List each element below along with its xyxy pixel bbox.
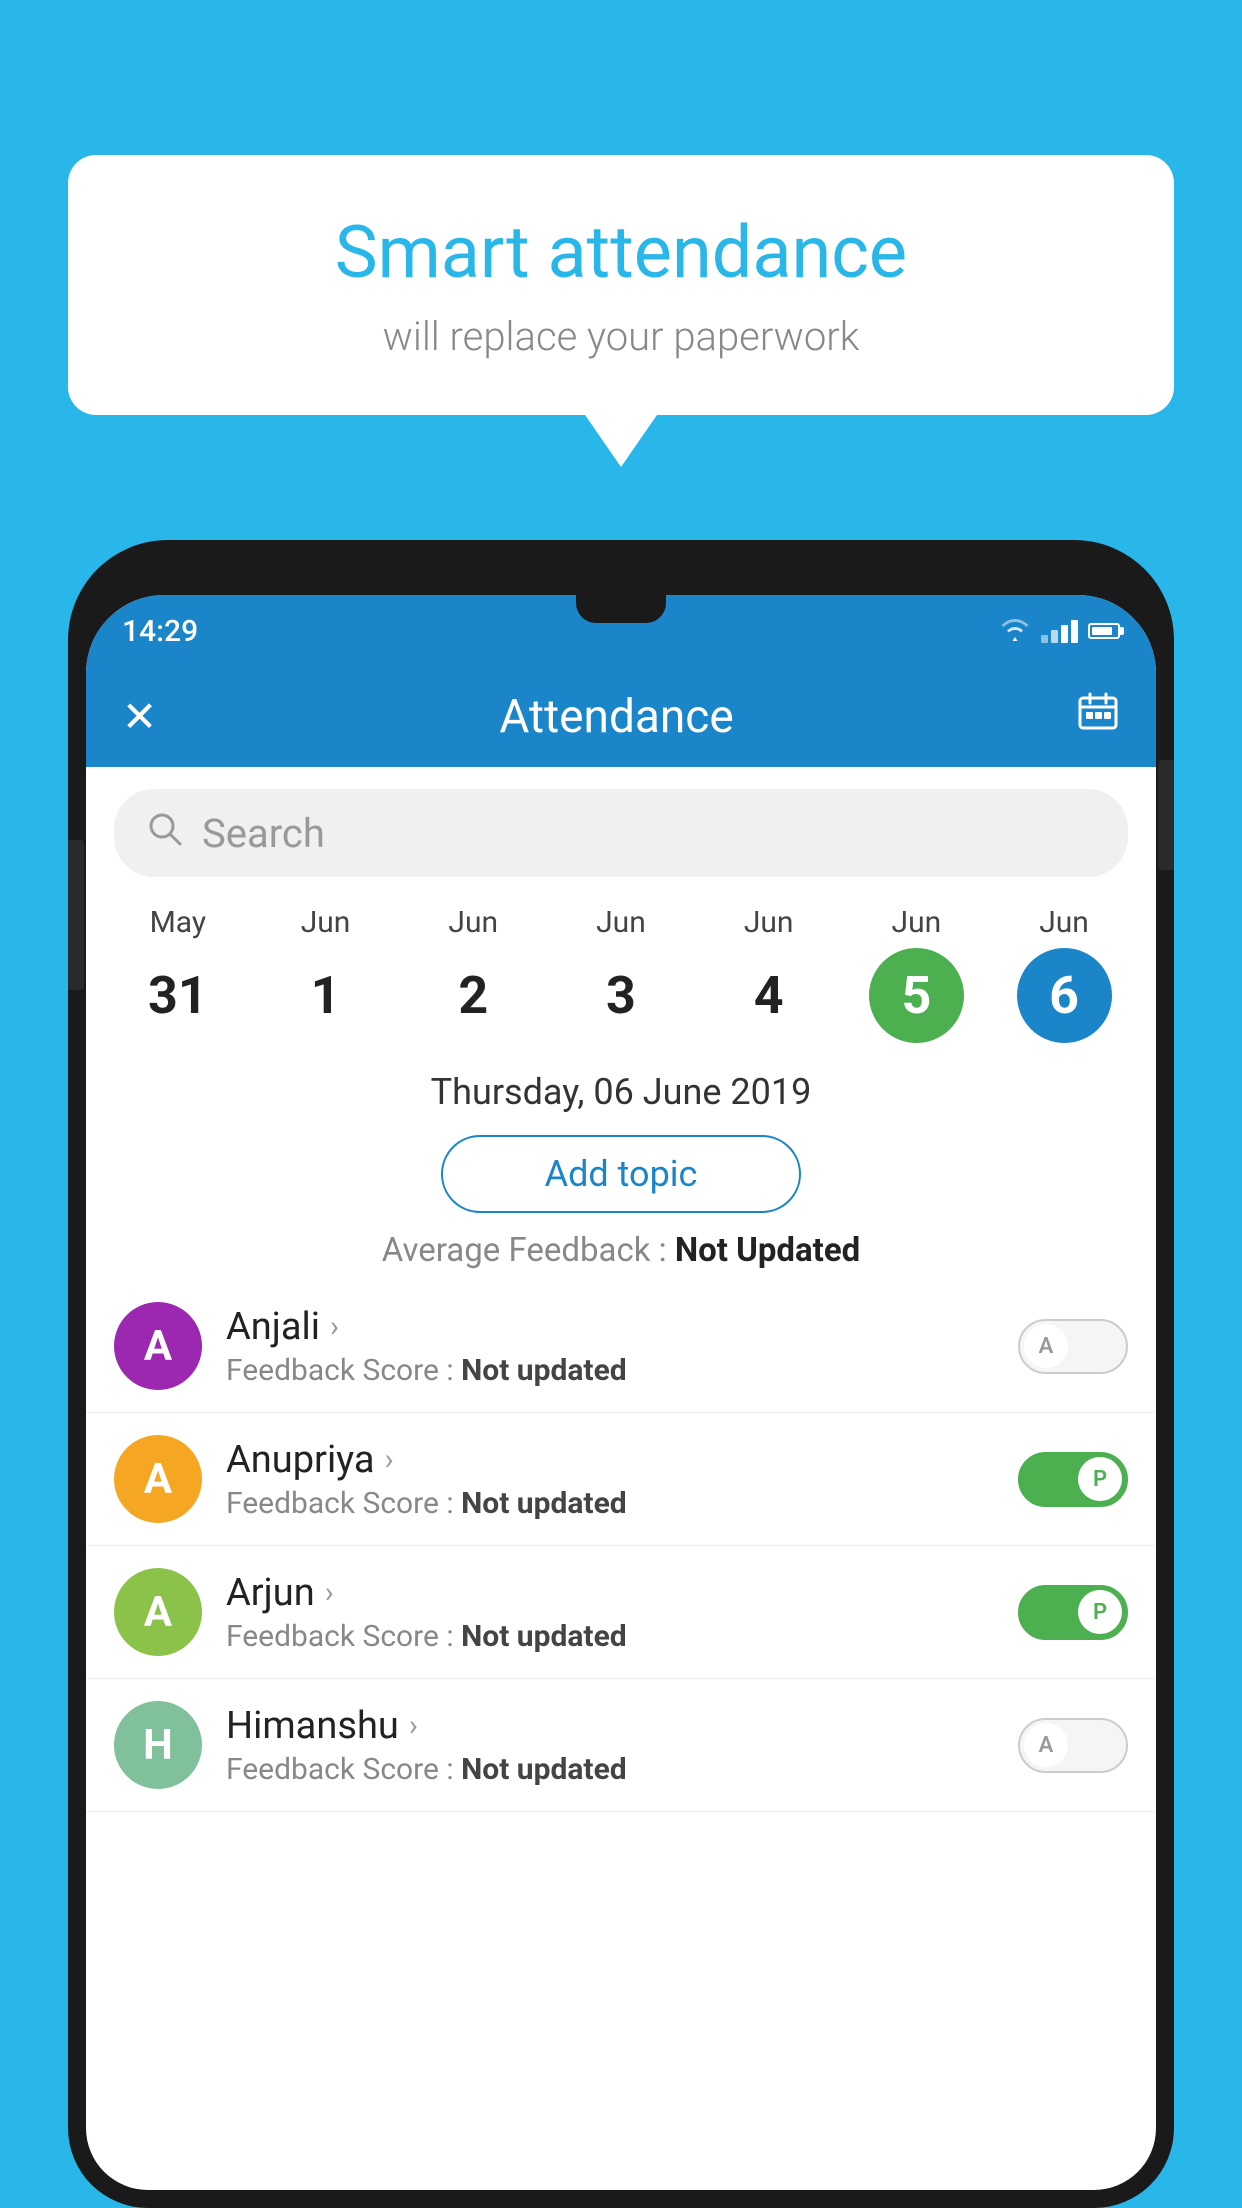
power-button	[68, 840, 84, 990]
student-list: AAnjali ›Feedback Score : Not updatedAAA…	[86, 1280, 1156, 1812]
calendar-row: May 31 Jun 1 Jun 2 Jun 3 Jun 4 Jun 5 Jun 6	[86, 877, 1156, 1043]
chevron-icon: ›	[385, 1442, 394, 1477]
phone-screen: 14:29	[86, 595, 1156, 2190]
selected-date-label: Thursday, 06 June 2019	[86, 1071, 1156, 1113]
student-name: Anupriya ›	[226, 1438, 994, 1482]
attendance-toggle[interactable]: P	[1018, 1585, 1128, 1640]
calendar-day[interactable]: Jun 5	[861, 905, 971, 1043]
feedback-prefix: Average Feedback :	[382, 1231, 675, 1270]
phone-frame: 14:29	[68, 540, 1174, 2208]
avatar: A	[114, 1435, 202, 1523]
chevron-icon: ›	[325, 1575, 334, 1610]
status-icons	[999, 619, 1120, 643]
student-info: Himanshu › Feedback Score : Not updated	[226, 1704, 994, 1787]
student-row[interactable]: A Arjun › Feedback Score : Not updated P	[86, 1546, 1156, 1679]
calendar-day[interactable]: Jun 1	[271, 905, 381, 1043]
attendance-toggle[interactable]: A	[1018, 1718, 1128, 1773]
cal-month-label: Jun	[448, 905, 498, 940]
cal-date-label: 5	[869, 948, 964, 1043]
bubble-subtitle: will replace your paperwork	[128, 313, 1114, 360]
status-time: 14:29	[122, 614, 198, 649]
cal-month-label: Jun	[1039, 905, 1089, 940]
calendar-icon[interactable]	[1076, 690, 1120, 744]
phone-notch	[576, 595, 666, 623]
speech-bubble-container: Smart attendance will replace your paper…	[68, 155, 1174, 415]
cal-date-label: 31	[130, 948, 225, 1043]
calendar-day[interactable]: Jun 4	[714, 905, 824, 1043]
student-name: Arjun ›	[226, 1571, 994, 1615]
toggle-knob: P	[1078, 1590, 1122, 1634]
toggle-knob: P	[1078, 1457, 1122, 1501]
cal-month-label: Jun	[301, 905, 351, 940]
feedback-label: Average Feedback : Not Updated	[86, 1231, 1156, 1270]
toggle-knob: A	[1024, 1324, 1068, 1368]
chevron-icon: ›	[330, 1309, 339, 1344]
student-score: Feedback Score : Not updated	[226, 1752, 994, 1787]
search-placeholder: Search	[202, 810, 325, 857]
app-header: ✕ Attendance	[86, 667, 1156, 767]
wifi-icon	[999, 619, 1031, 643]
calendar-day[interactable]: Jun 6	[1009, 905, 1119, 1043]
student-name: Himanshu ›	[226, 1704, 994, 1748]
student-row[interactable]: H Himanshu › Feedback Score : Not updated A	[86, 1679, 1156, 1812]
cal-month-label: Jun	[892, 905, 942, 940]
student-row[interactable]: A Anupriya › Feedback Score : Not updated P	[86, 1413, 1156, 1546]
cal-date-label: 6	[1017, 948, 1112, 1043]
add-topic-button[interactable]: Add topic	[441, 1135, 801, 1213]
volume-button	[1158, 760, 1174, 870]
cal-month-label: Jun	[596, 905, 646, 940]
calendar-day[interactable]: Jun 2	[418, 905, 528, 1043]
bubble-title: Smart attendance	[128, 210, 1114, 295]
calendar-day[interactable]: May 31	[123, 905, 233, 1043]
chevron-icon: ›	[409, 1708, 418, 1743]
student-score: Feedback Score : Not updated	[226, 1353, 994, 1388]
avatar: A	[114, 1302, 202, 1390]
cal-date-label: 4	[721, 948, 816, 1043]
avatar: A	[114, 1568, 202, 1656]
cal-month-label: Jun	[744, 905, 794, 940]
speech-bubble: Smart attendance will replace your paper…	[68, 155, 1174, 415]
student-score: Feedback Score : Not updated	[226, 1619, 994, 1654]
student-info: Arjun › Feedback Score : Not updated	[226, 1571, 994, 1654]
close-button[interactable]: ✕	[122, 692, 157, 742]
feedback-value: Not Updated	[675, 1231, 860, 1270]
search-bar[interactable]: Search	[114, 789, 1128, 877]
cal-date-label: 1	[278, 948, 373, 1043]
search-icon	[146, 810, 184, 857]
student-score: Feedback Score : Not updated	[226, 1486, 994, 1521]
header-title: Attendance	[499, 690, 733, 744]
cal-month-label: May	[150, 905, 206, 940]
student-info: Anupriya › Feedback Score : Not updated	[226, 1438, 994, 1521]
student-info: Anjali › Feedback Score : Not updated	[226, 1305, 994, 1388]
calendar-day[interactable]: Jun 3	[566, 905, 676, 1043]
attendance-toggle[interactable]: A	[1018, 1319, 1128, 1374]
signal-icon	[1041, 620, 1078, 643]
student-name: Anjali ›	[226, 1305, 994, 1349]
avatar: H	[114, 1701, 202, 1789]
battery-icon	[1088, 623, 1120, 639]
cal-date-label: 2	[426, 948, 521, 1043]
attendance-toggle[interactable]: P	[1018, 1452, 1128, 1507]
student-row[interactable]: A Anjali › Feedback Score : Not updated A	[86, 1280, 1156, 1413]
cal-date-label: 3	[573, 948, 668, 1043]
toggle-knob: A	[1024, 1723, 1068, 1767]
